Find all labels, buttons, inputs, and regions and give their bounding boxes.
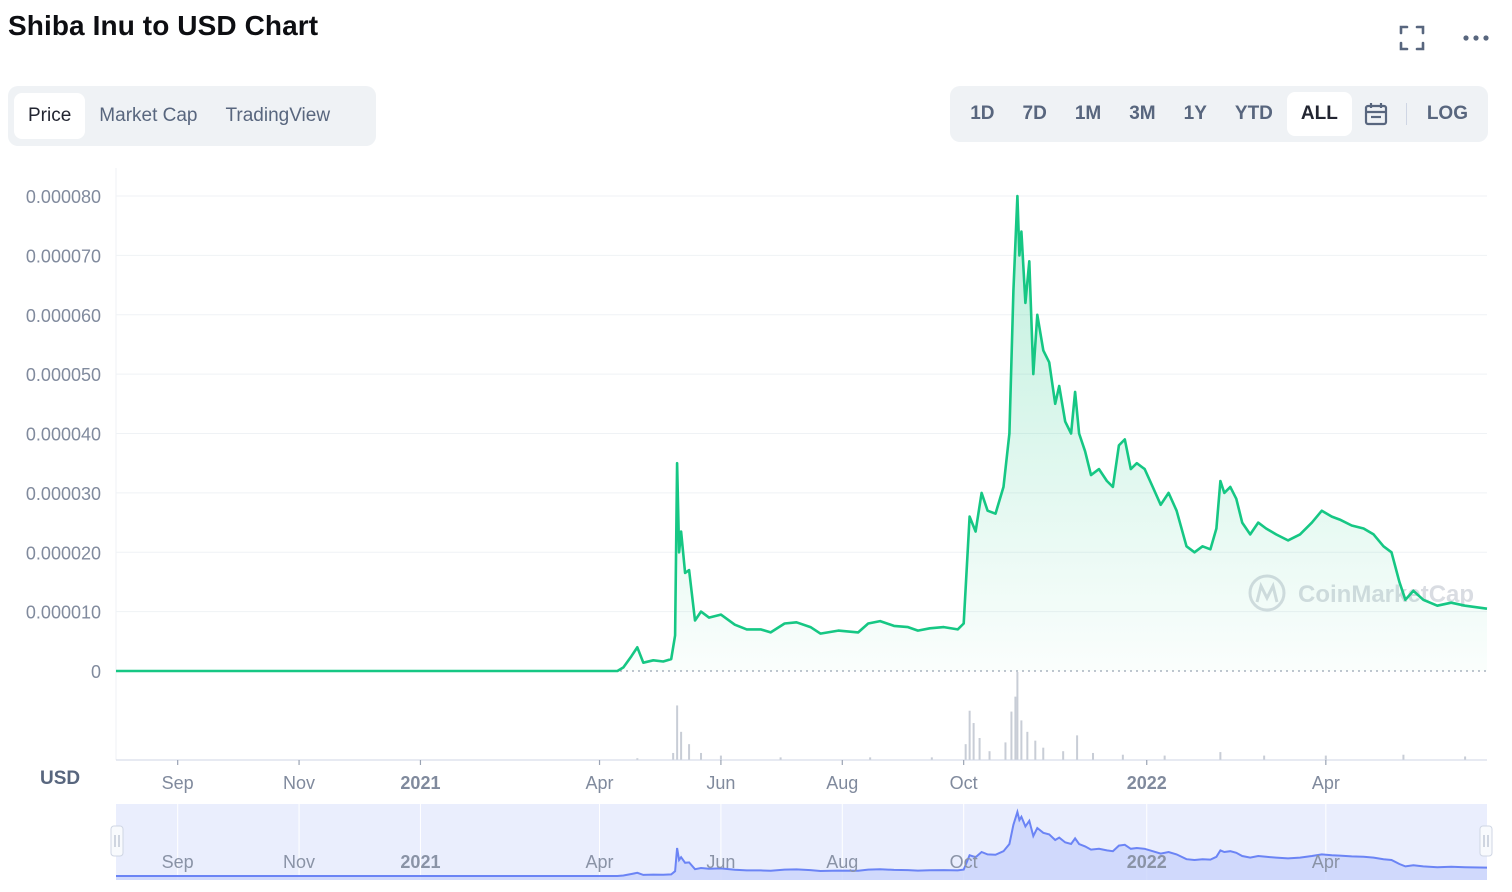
volume-bar <box>672 752 675 760</box>
y-tick-label: 0.000020 <box>26 543 101 563</box>
navigator-tick-label: Nov <box>283 852 315 872</box>
volume-bar <box>964 744 967 760</box>
y-tick-label: 0.000010 <box>26 603 101 623</box>
volume-bar <box>1464 756 1467 760</box>
volume-bar <box>1016 672 1019 760</box>
y-tick-label: 0 <box>91 662 101 682</box>
volume-bar <box>1034 740 1037 760</box>
volume-bar <box>1020 720 1023 760</box>
volume-bar <box>1076 735 1079 760</box>
volume-bar <box>1324 755 1327 760</box>
x-tick-label: 2021 <box>400 773 440 793</box>
volume-bar <box>1163 755 1166 760</box>
volume-bar <box>688 744 691 760</box>
y-tick-label: 0.000060 <box>26 306 101 326</box>
navigator-tick-label: Apr <box>586 852 614 872</box>
navigator-tick-label: Aug <box>826 852 858 872</box>
y-tick-label: 0.000030 <box>26 484 101 504</box>
volume-bar <box>968 710 971 760</box>
y-tick-label: 0.000080 <box>26 187 101 207</box>
volume-bar <box>719 755 722 760</box>
volume-bar <box>1014 696 1017 760</box>
x-tick-label: Sep <box>162 773 194 793</box>
x-tick-label: Aug <box>826 773 858 793</box>
navigator-tick-label: 2022 <box>1127 852 1167 872</box>
y-tick-label: 0.000050 <box>26 365 101 385</box>
x-tick-label: Oct <box>950 773 978 793</box>
navigator-right-handle[interactable] <box>1479 825 1493 857</box>
volume-bar <box>972 723 975 760</box>
volume-bar <box>1010 711 1013 760</box>
volume-bar <box>1121 754 1124 760</box>
navigator-tick-label: Jun <box>706 852 735 872</box>
x-tick-label: Apr <box>1312 773 1340 793</box>
x-tick-label: Nov <box>283 773 315 793</box>
volume-bar <box>988 751 991 760</box>
volume-bar <box>680 731 683 760</box>
volume-bar <box>676 705 679 760</box>
navigator-tick-label: Sep <box>162 852 194 872</box>
x-tick-label: 2022 <box>1127 773 1167 793</box>
x-tick-label: Apr <box>586 773 614 793</box>
volume-bar <box>1062 751 1065 760</box>
navigator-tick-label: Oct <box>950 852 978 872</box>
volume-bar <box>1042 747 1045 760</box>
x-tick-label: Jun <box>706 773 735 793</box>
volume-bar <box>1026 731 1029 760</box>
y-tick-label: 0.000040 <box>26 425 101 445</box>
navigator-tick-label: Apr <box>1312 852 1340 872</box>
volume-bar <box>1092 752 1095 760</box>
navigator-left-handle[interactable] <box>110 825 124 857</box>
volume-bar <box>1219 752 1222 760</box>
volume-bar <box>1004 742 1007 760</box>
price-chart[interactable]: 0.000080 0.000070 0.000060 0.000050 0.000040… <box>0 0 1512 892</box>
volume-bar <box>1263 755 1266 760</box>
y-tick-label: 0.000070 <box>26 246 101 266</box>
volume-bar <box>700 752 703 760</box>
volume-bar <box>1402 754 1405 760</box>
navigator-tick-label: 2021 <box>400 852 440 872</box>
volume-bar <box>978 738 981 760</box>
